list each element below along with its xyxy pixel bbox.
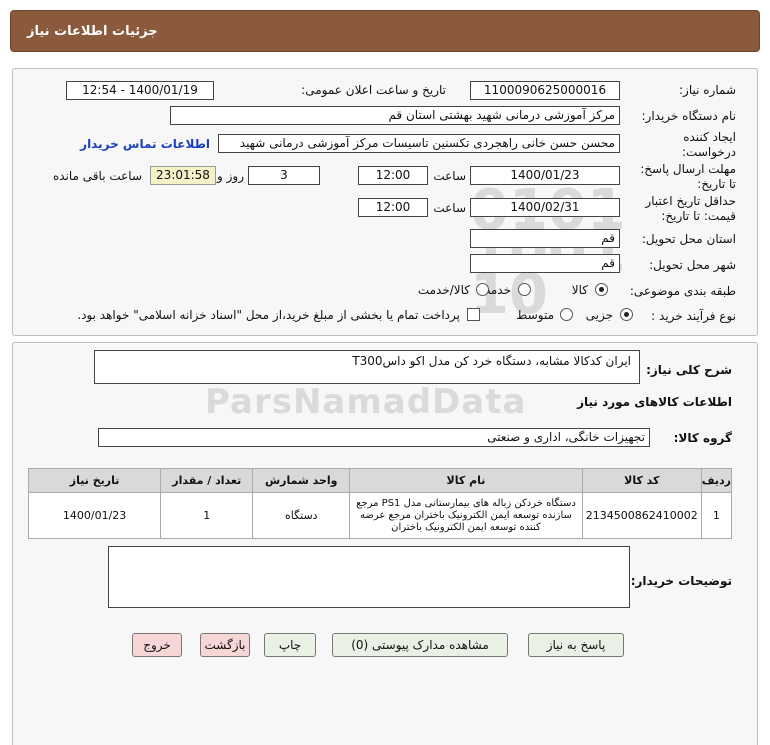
- process-label: نوع فرآیند خرید :: [651, 309, 736, 323]
- cell-unit: دستگاه: [252, 492, 351, 539]
- days-label: روز و: [217, 169, 244, 183]
- cell-qty: 1: [160, 492, 254, 539]
- summary-label: شرح کلی نیاز:: [646, 363, 732, 377]
- goods-section-title: اطلاعات کالاهای مورد نیاز: [577, 395, 732, 409]
- cell-name: دستگاه خردکن زباله های بیمارستانی مدل PS…: [349, 492, 583, 539]
- cell-code: 2134500862410002: [581, 492, 702, 539]
- goods-group-label: گروه کالا:: [673, 431, 732, 445]
- process-option-minor: جزیی: [585, 308, 613, 322]
- creator-label-line2: درخواست:: [682, 145, 736, 159]
- back-button[interactable]: بازگشت: [200, 633, 250, 657]
- deadline-time-field: 12:00: [358, 166, 428, 185]
- exit-button[interactable]: خروج: [132, 633, 182, 657]
- page-title: جزئیات اطلاعات نیاز: [27, 23, 158, 39]
- category-label: طبقه بندی موضوعی:: [629, 284, 736, 298]
- buyer-notes-box: [108, 546, 630, 608]
- validity-label-line2: قیمت: تا تاریخ:: [661, 209, 736, 223]
- summary-box: ایران کدکالا مشابه، دستگاه خرد کن مدل اک…: [94, 350, 640, 384]
- category-option-goods: کالا: [571, 283, 588, 297]
- col-unit: واحد شمارش: [252, 468, 351, 493]
- city-label: شهر محل تحویل:: [649, 258, 736, 272]
- announce-datetime-field: 1400/01/19 - 12:54: [66, 81, 214, 100]
- city-field: قم: [470, 254, 620, 273]
- buyer-name-field: مرکز آموزشی درمانی شهید بهشتی استان قم: [170, 106, 620, 125]
- creator-label-line1: ایجاد کننده: [683, 130, 736, 144]
- province-field: قم: [470, 229, 620, 248]
- validity-date-field: 1400/02/31: [470, 198, 620, 217]
- remaining-label: ساعت باقی مانده: [52, 169, 142, 183]
- deadline-date-field: 1400/01/23: [470, 166, 620, 185]
- col-date: تاریخ نیاز: [27, 468, 162, 493]
- province-label: استان محل تحویل:: [641, 232, 736, 246]
- treasury-payment-note: پرداخت تمام یا بخشی از مبلغ خرید،از محل …: [77, 308, 460, 322]
- col-code: کد کالا: [581, 468, 702, 493]
- col-qty: تعداد / مقدار: [160, 468, 254, 493]
- cell-row: 1: [700, 492, 733, 539]
- category-radio-goods[interactable]: [595, 283, 608, 296]
- buyer-notes-label: توضیحات خریدار:: [630, 574, 732, 588]
- summary-text: ایران کدکالا مشابه، دستگاه خرد کن مدل اک…: [352, 354, 631, 368]
- goods-group-field: تجهیزات خانگی، اداری و صنعتی: [98, 428, 650, 447]
- category-radio-goods-service[interactable]: [476, 283, 489, 296]
- validity-time-label: ساعت: [433, 201, 466, 215]
- goods-table-header: ردیف کد کالا نام کالا واحد شمارش تعداد /…: [27, 468, 733, 493]
- announce-label: تاریخ و ساعت اعلان عمومی:: [301, 83, 446, 97]
- deadline-time-label: ساعت: [433, 169, 466, 183]
- buyer-label: نام دستگاه خریدار:: [641, 109, 737, 123]
- goods-table: ردیف کد کالا نام کالا واحد شمارش تعداد /…: [27, 468, 733, 539]
- remaining-days-field: 3: [248, 166, 320, 185]
- need-number-field: 1100090625000016: [470, 81, 620, 100]
- deadline-label-line2: تا تاریخ:: [697, 177, 736, 191]
- cell-date: 1400/01/23: [27, 492, 162, 539]
- treasury-payment-checkbox[interactable]: [467, 308, 480, 321]
- process-radio-medium[interactable]: [560, 308, 573, 321]
- buyer-contact-link[interactable]: اطلاعات تماس خریدار: [80, 137, 210, 151]
- validity-label-line1: حداقل تاریخ اعتبار: [645, 194, 736, 208]
- col-name: نام کالا: [349, 468, 583, 493]
- print-button[interactable]: چاپ: [264, 633, 316, 657]
- process-option-medium: متوسط: [516, 308, 554, 322]
- remaining-time-field: 23:01:58: [150, 166, 216, 185]
- creator-field: محسن حسن خانی راهجردی تکسنین تاسیسات مرک…: [218, 134, 620, 153]
- reply-button[interactable]: پاسخ به نیاز: [528, 633, 624, 657]
- category-radio-service[interactable]: [518, 283, 531, 296]
- need-number-label: شماره نیاز:: [679, 83, 736, 97]
- col-row: ردیف: [700, 468, 733, 493]
- deadline-label-line1: مهلت ارسال پاسخ:: [640, 162, 736, 176]
- view-attachments-button[interactable]: مشاهده مدارک پیوستی (0): [332, 633, 508, 657]
- process-radio-minor[interactable]: [620, 308, 633, 321]
- table-row[interactable]: 1 2134500862410002 دستگاه خردکن زباله ها…: [27, 492, 733, 539]
- page-title-bar: جزئیات اطلاعات نیاز: [10, 10, 760, 52]
- category-option-goods-service: کالا/خدمت: [417, 283, 470, 297]
- validity-time-field: 12:00: [358, 198, 428, 217]
